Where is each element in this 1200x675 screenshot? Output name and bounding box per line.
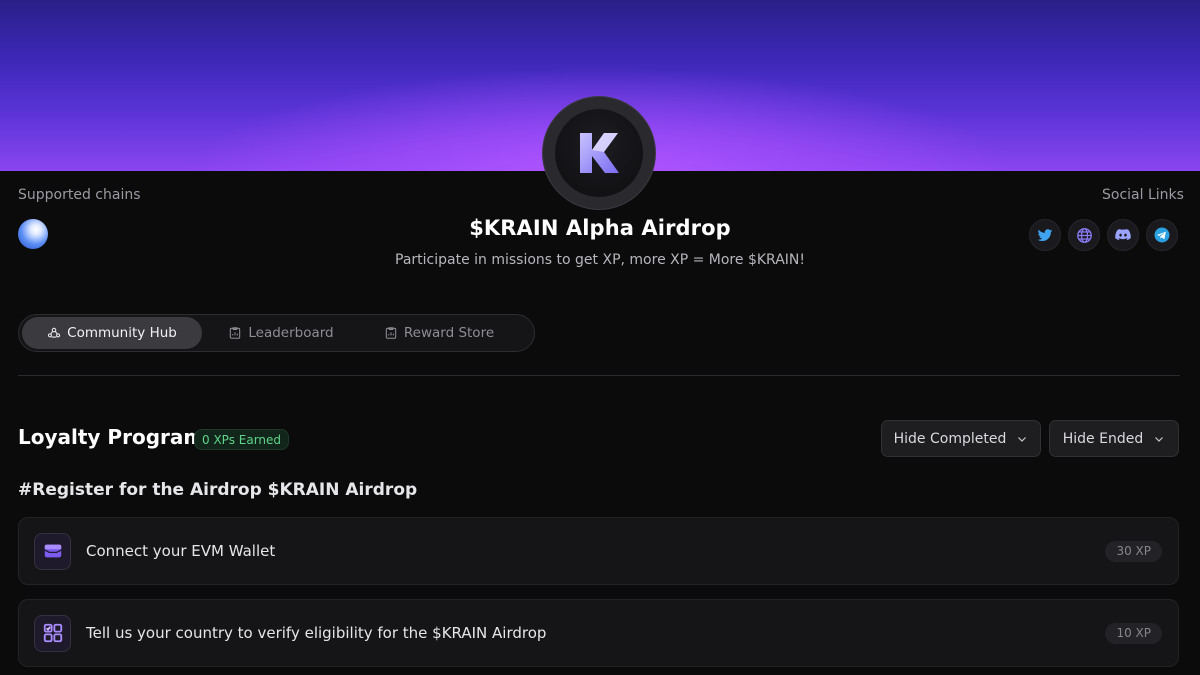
tab-leaderboard[interactable]: Leaderboard xyxy=(202,317,360,349)
mission-xp-badge: 30 XP xyxy=(1105,540,1162,562)
twitter-icon[interactable] xyxy=(1029,219,1061,251)
tab-community-hub[interactable]: Community Hub xyxy=(22,317,202,349)
divider xyxy=(18,375,1180,376)
hide-ended-label: Hide Ended xyxy=(1062,430,1144,447)
reward-store-icon xyxy=(385,327,397,339)
page-subtitle: Participate in missions to get XP, more … xyxy=(395,252,805,268)
mission-xp-badge: 10 XP xyxy=(1105,622,1162,644)
wallet-icon xyxy=(34,532,71,570)
leaderboard-icon xyxy=(230,327,241,339)
telegram-icon[interactable] xyxy=(1146,219,1178,251)
tab-bar: Community Hub Leaderboard Reward Store xyxy=(18,314,535,352)
discord-icon[interactable] xyxy=(1107,219,1139,251)
social-links-label: Social Links xyxy=(1102,187,1184,203)
krain-logo-icon xyxy=(580,133,619,173)
tab-label: Leaderboard xyxy=(248,325,334,341)
tab-label: Community Hub xyxy=(67,325,177,341)
mission-group-title: #Register for the Airdrop $KRAIN Airdrop xyxy=(18,480,418,500)
mission-label: Tell us your country to verify eligibili… xyxy=(86,624,547,642)
hide-ended-button[interactable]: Hide Ended xyxy=(1049,420,1179,457)
tab-label: Reward Store xyxy=(403,325,495,341)
xp-earned-badge: 0 XPs Earned xyxy=(194,429,290,450)
mission-item-connect-wallet[interactable]: Connect your EVM Wallet 30 XP xyxy=(18,517,1179,585)
mission-item-country[interactable]: Tell us your country to verify eligibili… xyxy=(18,599,1179,667)
page-title: $KRAIN Alpha Airdrop xyxy=(469,216,731,240)
tab-reward-store[interactable]: Reward Store xyxy=(360,317,518,349)
social-links xyxy=(1029,219,1178,251)
loyalty-program-title: Loyalty Program xyxy=(18,425,205,449)
project-logo xyxy=(543,97,655,209)
supported-chains-label: Supported chains xyxy=(18,187,141,203)
chevron-down-icon xyxy=(1155,436,1164,442)
grid-icon xyxy=(34,614,71,652)
chevron-down-icon xyxy=(1018,436,1027,442)
globe-icon[interactable] xyxy=(1068,219,1100,251)
hide-completed-label: Hide Completed xyxy=(893,430,1007,447)
mission-label: Connect your EVM Wallet xyxy=(86,542,276,560)
hide-completed-button[interactable]: Hide Completed xyxy=(881,420,1041,457)
community-icon xyxy=(48,327,61,338)
